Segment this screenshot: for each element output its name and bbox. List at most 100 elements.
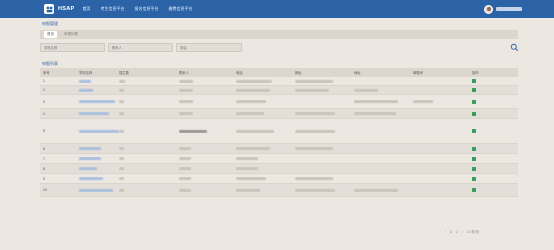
website-value [295, 129, 354, 133]
school-link[interactable] [61, 129, 119, 133]
address-value [354, 112, 413, 116]
table-row: 6 [40, 144, 518, 154]
row-index: 7 [43, 156, 45, 161]
phone-value [236, 188, 295, 192]
school-table: 序号 学校名称 招生数 联系人 电话 网址 地址 邮箱号 操作 1 2 3 4 … [40, 68, 518, 197]
row-index: 2 [43, 88, 45, 92]
contact-value [179, 188, 236, 192]
school-link[interactable] [61, 79, 119, 83]
contact-input[interactable] [108, 43, 173, 52]
brand-name: HSAP [58, 6, 75, 12]
enrollment-value [119, 79, 179, 83]
website-value [295, 88, 354, 92]
pager-page-2[interactable]: 2 [456, 230, 458, 234]
contact-value [179, 177, 236, 181]
table-row: 7 [40, 154, 518, 164]
logo-icon [46, 6, 52, 12]
address-value [354, 88, 413, 92]
breadcrumb-separator: / [60, 32, 61, 37]
edit-icon[interactable] [472, 129, 502, 134]
phone-value [236, 147, 295, 151]
contact-value [179, 147, 236, 151]
edit-icon[interactable] [472, 188, 502, 193]
user-avatar[interactable] [484, 5, 493, 14]
edit-icon[interactable] [472, 176, 502, 181]
enrollment-value [119, 147, 179, 151]
table-row: 4 [40, 109, 518, 119]
table-row: 8 [40, 164, 518, 174]
edit-icon[interactable] [472, 166, 502, 171]
contact-value [179, 100, 236, 104]
page-section-title: 申报管理 [42, 21, 58, 26]
phone-value [236, 100, 295, 104]
phone-value [236, 79, 295, 83]
page-size-select[interactable]: 10 条/页 [467, 229, 479, 234]
website-value [295, 188, 354, 192]
contact-value [179, 112, 236, 116]
edit-icon[interactable] [472, 99, 502, 104]
nav-item-registration-platform[interactable]: 报名信息平台 [134, 6, 158, 12]
user-name-redacted[interactable] [496, 7, 522, 11]
nav-item-payment-platform[interactable]: 缴费信息平台 [168, 6, 192, 12]
edit-icon[interactable] [472, 88, 502, 93]
row-index: 9 [43, 176, 45, 181]
contact-value [179, 167, 236, 171]
column-header-contact: 联系人 [179, 71, 189, 75]
list-title: 申报列表 [42, 61, 58, 66]
website-value [295, 112, 354, 116]
edit-icon[interactable] [472, 146, 502, 151]
school-link[interactable] [61, 100, 119, 104]
nav-item-home[interactable]: 首页 [82, 6, 90, 12]
table-row: 3 [40, 95, 518, 109]
school-link[interactable] [61, 88, 119, 92]
pager-next-button[interactable]: › [462, 230, 463, 234]
school-link[interactable] [61, 157, 119, 161]
enrollment-value [119, 188, 179, 192]
contact-value [179, 129, 236, 133]
row-index: 3 [43, 99, 45, 104]
column-header-index: 序号 [43, 71, 50, 75]
column-header-action: 操作 [472, 71, 479, 75]
phone-value [236, 112, 295, 116]
main-nav: 首页 考生信息平台 报名信息平台 缴费信息平台 [82, 6, 202, 12]
contact-value [179, 157, 236, 161]
pager-page-1[interactable]: 1 [450, 230, 452, 234]
phone-value [236, 177, 295, 181]
row-index: 5 [43, 129, 45, 133]
school-link[interactable] [61, 167, 119, 171]
enrollment-value [119, 129, 179, 133]
table-row: 1 [40, 77, 518, 86]
enrollment-value [119, 177, 179, 181]
row-index: 1 [43, 79, 45, 83]
website-value [295, 79, 354, 83]
school-name-input[interactable] [40, 43, 105, 52]
contact-value [179, 88, 236, 92]
school-link[interactable] [61, 188, 119, 192]
edit-icon[interactable] [472, 111, 502, 116]
column-header-website: 网址 [295, 71, 302, 75]
phone-value [236, 157, 295, 161]
breadcrumb-current: 申报列表 [63, 32, 78, 36]
breadcrumb-home[interactable]: 首页 [44, 31, 57, 38]
pager-prev-button[interactable]: ‹ [445, 230, 446, 234]
nav-item-candidate-platform[interactable]: 考生信息平台 [100, 6, 124, 12]
school-link[interactable] [61, 177, 119, 181]
website-value [295, 147, 354, 151]
table-row: 9 [40, 174, 518, 184]
column-header-email: 邮箱号 [413, 71, 423, 75]
edit-icon[interactable] [472, 156, 502, 161]
contact-value [179, 79, 236, 83]
table-row: 5 [40, 119, 518, 144]
search-icon[interactable] [510, 43, 519, 52]
school-link[interactable] [61, 147, 119, 151]
edit-icon[interactable] [472, 79, 502, 84]
phone-input[interactable] [176, 43, 242, 52]
column-header-address: 地址 [354, 71, 361, 75]
table-header: 序号 学校名称 招生数 联系人 电话 网址 地址 邮箱号 操作 [40, 68, 518, 77]
address-value [354, 100, 413, 104]
enrollment-value [119, 100, 179, 104]
website-value [295, 177, 354, 181]
logo[interactable] [44, 4, 54, 14]
pagination: ‹ 1 2 › 10 条/页 [445, 229, 479, 235]
school-link[interactable] [61, 112, 119, 116]
